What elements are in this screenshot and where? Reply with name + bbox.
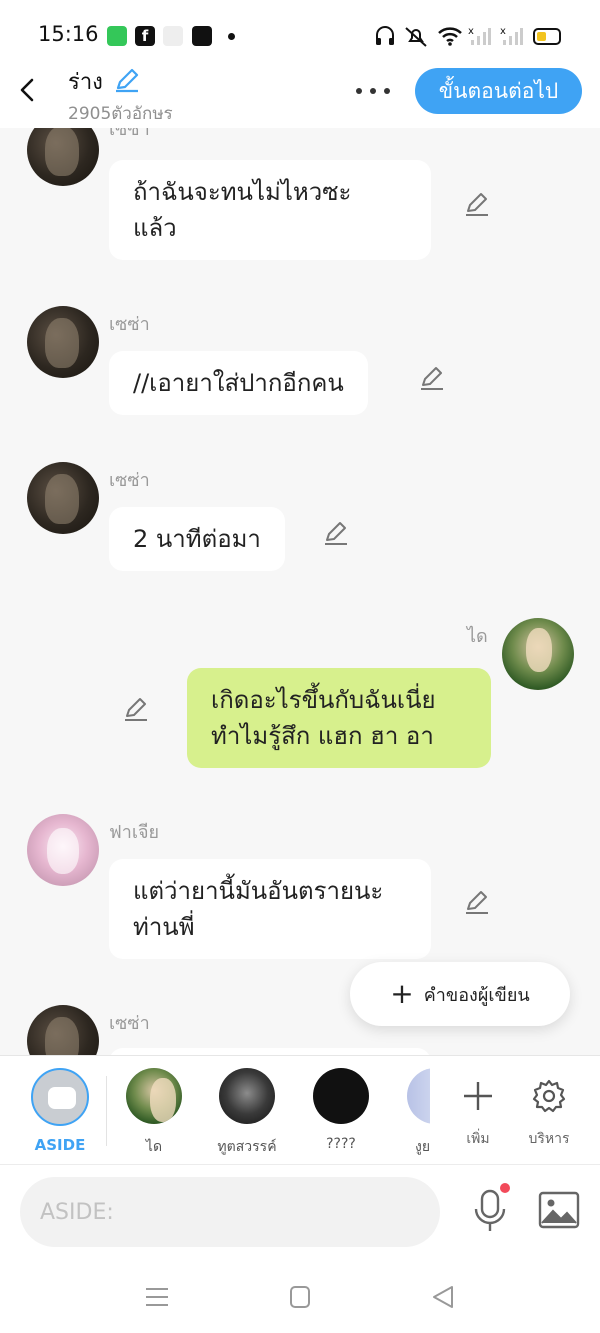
- avatar[interactable]: [27, 128, 99, 186]
- character-item[interactable]: ทูตสวรรค์: [207, 1068, 287, 1158]
- avatar[interactable]: [502, 618, 574, 690]
- more-notifications-icon: [228, 33, 235, 40]
- edit-pencil-icon[interactable]: [418, 364, 446, 392]
- signal-icon: x: [468, 26, 491, 45]
- message-bubble[interactable]: แต่ว่ายานี้มันอันตรายนะ ท่านพี่: [109, 859, 431, 959]
- chat-area[interactable]: เซซ่า ถ้าฉันจะทนไม่ไหวซะ แล้ว เซซ่า //เอ…: [0, 128, 600, 1055]
- character-label: ????: [326, 1136, 356, 1152]
- avatar[interactable]: [27, 1005, 99, 1055]
- more-options-button[interactable]: [352, 78, 394, 102]
- author-note-button[interactable]: + คำของผู้เขียน: [350, 962, 570, 1026]
- title-area: ร่าง: [68, 64, 103, 99]
- status-time: 15:16: [38, 22, 99, 46]
- avatar[interactable]: [27, 814, 99, 886]
- sender-name: ฟาเจีย: [109, 822, 160, 843]
- message-line: 2 นาทีต่อมา: [133, 525, 261, 553]
- message-input[interactable]: [20, 1177, 440, 1247]
- sender-name: เซซ่า: [109, 470, 150, 491]
- message-bubble[interactable]: เกิดอะไรขึ้นกับฉันเนี่ย ทำไมรู้สึก แฮก ฮ…: [187, 668, 491, 768]
- avatar[interactable]: [27, 306, 99, 378]
- character-label: งูย: [415, 1139, 430, 1155]
- message-line: แต่ว่ายานี้มันอันตรายนะ: [133, 877, 384, 905]
- sender-name: เซซ่า: [109, 128, 150, 140]
- back-triangle-icon[interactable]: [428, 1284, 458, 1310]
- message-line: เกิดอะไรขึ้นกับฉันเนี่ย: [211, 686, 436, 714]
- title-edit-icon[interactable]: [112, 66, 142, 94]
- page-title: ร่าง: [68, 70, 103, 95]
- character-item[interactable]: ????: [301, 1068, 381, 1152]
- status-bar: 15:16 f x x: [0, 0, 600, 62]
- message-line: ท่านพี่: [133, 913, 195, 941]
- message-line: //เอายาใส่ปากอีกคน: [133, 369, 344, 397]
- sender-name: ได: [467, 626, 488, 647]
- input-bar: [0, 1165, 600, 1260]
- avatar: [126, 1068, 182, 1124]
- notification-dot: [500, 1183, 510, 1193]
- character-count: 2905ตัวอักษร: [68, 104, 173, 124]
- character-label: ทูตสวรรค์: [217, 1139, 277, 1155]
- character-aside[interactable]: ASIDE: [20, 1068, 100, 1154]
- game-notification-icon: [163, 26, 183, 46]
- wifi-icon: [438, 27, 462, 46]
- battery-icon: [533, 28, 561, 45]
- menu-icon[interactable]: [142, 1284, 172, 1310]
- sender-name: เซซ่า: [109, 314, 150, 335]
- character-item[interactable]: งูย: [395, 1068, 430, 1158]
- message-bubble[interactable]: [109, 1048, 431, 1055]
- divider: [106, 1076, 107, 1146]
- avatar: [407, 1068, 430, 1124]
- aside-chat-icon: [31, 1068, 89, 1126]
- message-bubble[interactable]: //เอายาใส่ปากอีกคน: [109, 351, 368, 415]
- top-header: ร่าง 2905ตัวอักษร ขั้นตอนต่อไป: [0, 62, 600, 128]
- add-character-button[interactable]: เพิ่ม: [448, 1068, 508, 1150]
- avatar[interactable]: [27, 462, 99, 534]
- signal-icon-2: x: [500, 26, 523, 45]
- edit-pencil-icon[interactable]: [463, 190, 491, 218]
- svg-text:x: x: [500, 26, 506, 37]
- message-bubble[interactable]: 2 นาทีต่อมา: [109, 507, 285, 571]
- mute-bell-icon: [405, 27, 427, 47]
- home-icon[interactable]: [285, 1284, 315, 1310]
- character-bar: ASIDE ได ทูตสวรรค์ ???? งูย เพิ่ม บริหาร: [0, 1055, 600, 1165]
- plus-icon: +: [390, 977, 414, 1010]
- manage-characters-button[interactable]: บริหาร: [519, 1068, 579, 1150]
- sender-name: เซซ่า: [109, 1013, 150, 1034]
- message-bubble[interactable]: ถ้าฉันจะทนไม่ไหวซะ แล้ว: [109, 160, 431, 260]
- author-note-label: คำของผู้เขียน: [423, 984, 530, 1006]
- edit-pencil-icon[interactable]: [463, 888, 491, 916]
- avatar: [219, 1068, 275, 1124]
- svg-text:x: x: [468, 26, 474, 37]
- facebook-icon: f: [135, 26, 155, 46]
- next-step-button[interactable]: ขั้นตอนต่อไป: [415, 68, 582, 114]
- back-arrow-icon[interactable]: [14, 72, 44, 108]
- character-item[interactable]: ได: [114, 1068, 194, 1158]
- add-label: เพิ่ม: [466, 1131, 490, 1147]
- image-icon[interactable]: [538, 1191, 580, 1229]
- avatar: [313, 1068, 369, 1124]
- edit-pencil-icon[interactable]: [122, 695, 150, 723]
- message-line: ทำไมรู้สึก แฮก ฮา อา: [211, 722, 434, 750]
- message-line: ถ้าฉันจะทนไม่ไหวซะ: [133, 178, 352, 206]
- aside-label: ASIDE: [34, 1136, 86, 1154]
- manage-label: บริหาร: [528, 1131, 570, 1147]
- plus-icon: [448, 1068, 508, 1124]
- gear-icon: [519, 1068, 579, 1124]
- character-label: ได: [145, 1139, 163, 1155]
- app-notification-icon: [107, 26, 127, 46]
- headphones-icon: [376, 26, 394, 45]
- camera-app-icon: [192, 26, 212, 46]
- system-nav-bar: [0, 1260, 600, 1333]
- edit-pencil-icon[interactable]: [322, 519, 350, 547]
- message-line: แล้ว: [133, 214, 177, 242]
